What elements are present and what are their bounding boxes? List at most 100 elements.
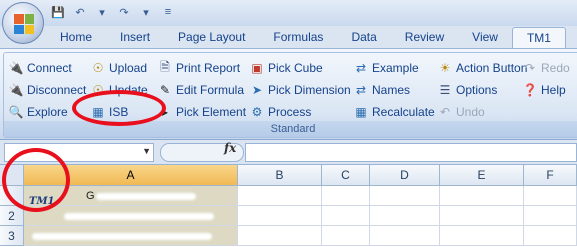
recalculate-button[interactable]: ▦ Recalculate <box>353 102 435 122</box>
tab-review[interactable]: Review <box>391 27 458 48</box>
options-button[interactable]: ☰ Options <box>437 80 498 100</box>
customize-qat-icon[interactable]: ≡ <box>160 4 176 20</box>
pick-cube-label: Pick Cube <box>268 61 323 75</box>
tab-home[interactable]: Home <box>46 27 106 48</box>
process-button[interactable]: ⚙ Process <box>249 102 312 122</box>
cell-d2[interactable] <box>370 206 440 226</box>
redo-icon: ↷ <box>524 61 536 75</box>
explore-label: Explore <box>27 105 68 119</box>
cell-b2[interactable] <box>238 206 322 226</box>
cell-e3[interactable] <box>440 226 524 246</box>
select-all-corner[interactable] <box>0 165 24 186</box>
edit-formula-icon: ✎ <box>159 83 171 97</box>
undo-icon[interactable]: ↶ <box>72 4 88 20</box>
options-icon: ☰ <box>439 83 451 97</box>
tab-developer[interactable]: De <box>566 27 577 48</box>
tab-formulas[interactable]: Formulas <box>259 27 337 48</box>
dropdown-arrow-icon[interactable]: ▾ <box>138 4 154 20</box>
column-header-d[interactable]: D <box>370 165 440 186</box>
update-icon: ☉ <box>92 83 104 97</box>
tab-page-layout[interactable]: Page Layout <box>164 27 259 48</box>
upload-button[interactable]: ☉ Upload <box>90 58 147 78</box>
group-label: Standard <box>4 121 577 137</box>
action-button-label: Action Button <box>456 61 528 75</box>
save-icon[interactable]: 💾 <box>50 4 66 20</box>
cell-a1[interactable]: TM1 G <box>24 186 238 207</box>
help-button[interactable]: ❓ Help <box>522 80 566 100</box>
office-logo-icon <box>14 14 34 34</box>
cell-d3[interactable] <box>370 226 440 246</box>
edit-formula-button[interactable]: ✎ Edit Formula <box>157 80 244 100</box>
column-header-e[interactable]: E <box>440 165 524 186</box>
office-button[interactable] <box>2 2 44 44</box>
cell-a3[interactable] <box>24 226 238 246</box>
action-button-button[interactable]: ☀ Action Button <box>437 58 528 78</box>
redacted-text <box>32 233 212 240</box>
formula-bar: ▼ fx <box>0 140 577 165</box>
pick-dimension-button[interactable]: ➤ Pick Dimension <box>249 80 351 100</box>
connect-button[interactable]: 🔌 Connect <box>8 58 72 78</box>
recalculate-icon: ▦ <box>355 105 367 119</box>
recalculate-label: Recalculate <box>372 105 435 119</box>
example-label: Example <box>372 61 419 75</box>
upload-label: Upload <box>109 61 148 75</box>
cell-b3[interactable] <box>238 226 322 246</box>
cell-c3[interactable] <box>322 226 370 246</box>
explore-button[interactable]: 🔍 Explore <box>8 102 68 122</box>
redo-button[interactable]: ↷ Redo <box>522 58 570 78</box>
explore-icon: 🔍 <box>8 105 24 119</box>
column-header-c[interactable]: C <box>322 165 370 186</box>
column-header-a[interactable]: A <box>24 165 238 186</box>
redo-label: Redo <box>541 61 570 75</box>
print-report-button[interactable]: 🗎 Print Report <box>157 58 240 78</box>
pick-cube-button[interactable]: ▣ Pick Cube <box>249 58 323 78</box>
isb-button[interactable]: ▦ ISB <box>90 102 128 122</box>
help-icon: ❓ <box>522 83 538 97</box>
name-box[interactable]: ▼ <box>4 143 154 162</box>
options-label: Options <box>456 83 498 97</box>
isb-icon: ▦ <box>92 105 104 119</box>
tab-view[interactable]: View <box>458 27 512 48</box>
names-label: Names <box>372 83 411 97</box>
chevron-down-icon[interactable]: ▼ <box>142 146 151 156</box>
column-header-f[interactable]: F <box>524 165 577 186</box>
insert-function-icon[interactable]: fx <box>224 141 236 155</box>
names-button[interactable]: ⇄ Names <box>353 80 410 100</box>
cell-f1[interactable] <box>524 186 577 206</box>
cell-e1[interactable] <box>440 186 524 206</box>
dropdown-arrow-icon[interactable]: ▾ <box>94 4 110 20</box>
connect-label: Connect <box>27 61 72 75</box>
cell-d1[interactable] <box>370 186 440 206</box>
cell-b1[interactable] <box>238 186 322 206</box>
cell-a1-text: G <box>86 190 95 202</box>
formula-input[interactable] <box>245 143 577 162</box>
undo-icon: ↶ <box>439 105 451 119</box>
cell-e2[interactable] <box>440 206 524 226</box>
cell-c2[interactable] <box>322 206 370 226</box>
cell-f3[interactable] <box>524 226 577 246</box>
print-report-label: Print Report <box>176 61 241 75</box>
tab-data[interactable]: Data <box>337 27 390 48</box>
tab-tm1[interactable]: TM1 <box>511 27 566 48</box>
redo-icon[interactable]: ↷ <box>116 4 132 20</box>
pick-element-button[interactable]: ▸ Pick Element <box>157 102 246 122</box>
update-button[interactable]: ☉ Update <box>90 80 148 100</box>
connect-icon: 🔌 <box>8 61 24 75</box>
print-report-icon: 🗎 <box>160 59 170 74</box>
names-icon: ⇄ <box>355 83 367 97</box>
row-header-3[interactable]: 3 <box>0 226 24 246</box>
cell-f2[interactable] <box>524 206 577 226</box>
column-header-b[interactable]: B <box>238 165 322 186</box>
row-header-2[interactable]: 2 <box>0 206 24 226</box>
pick-element-icon: ▸ <box>161 105 169 119</box>
disconnect-button[interactable]: 🔌 Disconnect <box>8 80 87 100</box>
cell-c1[interactable] <box>322 186 370 206</box>
action-button-icon: ☀ <box>439 61 451 75</box>
undo-button[interactable]: ↶ Undo <box>437 102 485 122</box>
cell-a2[interactable] <box>24 206 238 226</box>
undo-label: Undo <box>456 105 485 119</box>
example-button[interactable]: ⇄ Example <box>353 58 419 78</box>
example-icon: ⇄ <box>355 61 367 75</box>
tab-insert[interactable]: Insert <box>106 27 164 48</box>
row-header-1[interactable] <box>0 186 24 206</box>
